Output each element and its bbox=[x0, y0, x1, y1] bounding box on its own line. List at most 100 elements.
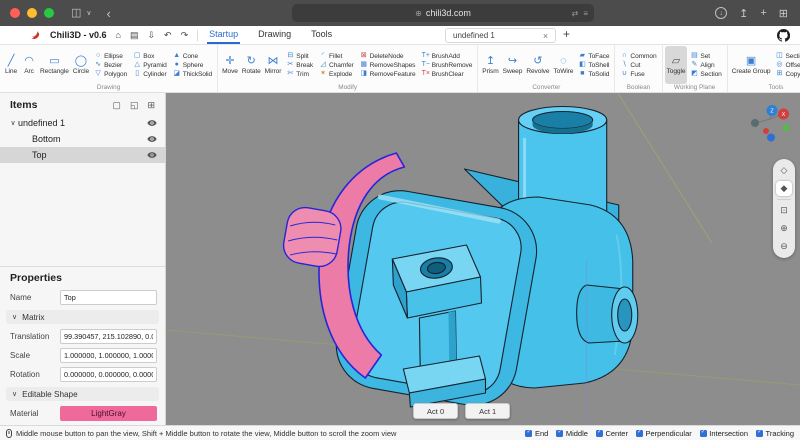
gizmo-neg-z-ball[interactable] bbox=[767, 134, 775, 142]
menu-tab-startup[interactable]: Startup bbox=[207, 26, 240, 44]
shaded-view-icon[interactable]: ◆ bbox=[776, 181, 792, 196]
tree-node-undefined-1[interactable]: ∨undefined 1 bbox=[0, 115, 165, 131]
undo-icon[interactable]: ↶ bbox=[164, 31, 172, 40]
document-icon[interactable]: ▤ bbox=[130, 31, 139, 40]
ribbon-button-cut[interactable]: ∖Cut bbox=[619, 61, 657, 69]
snap-option-middle[interactable]: ✓Middle bbox=[556, 429, 588, 438]
ribbon-button-toface[interactable]: ▰ToFace bbox=[577, 52, 610, 60]
visibility-eye-icon[interactable] bbox=[147, 118, 157, 128]
ribbon-button-box[interactable]: ▢Box bbox=[132, 52, 167, 60]
new-document-icon[interactable]: + bbox=[563, 27, 570, 41]
property-input-translation[interactable] bbox=[60, 329, 157, 344]
3d-model[interactable] bbox=[281, 107, 638, 413]
ribbon-button-circle[interactable]: ◯Circle bbox=[71, 46, 91, 84]
ribbon-button-deletenode[interactable]: ⊠DeleteNode bbox=[359, 52, 417, 60]
tree-node-top[interactable]: Top bbox=[0, 147, 165, 163]
new-tab-icon[interactable]: + bbox=[760, 7, 766, 19]
ribbon-button-brushadd[interactable]: T+BrushAdd bbox=[421, 52, 474, 60]
tree-node-bottom[interactable]: Bottom bbox=[0, 131, 165, 147]
home-icon[interactable]: ⌂ bbox=[116, 31, 121, 40]
matrix-section-header[interactable]: ∨ Matrix bbox=[6, 310, 159, 324]
ribbon-button-chamfer[interactable]: ◿Chamfer bbox=[318, 61, 355, 69]
ribbon-button-create-group[interactable]: ▣Create Group bbox=[730, 46, 773, 84]
snap-option-tracking[interactable]: ✓Tracking bbox=[756, 429, 794, 438]
orientation-gizmo[interactable]: Z X bbox=[744, 103, 792, 143]
ribbon-button-offset[interactable]: ◎Offset bbox=[774, 61, 800, 69]
ribbon-button-rotate[interactable]: ↻Rotate bbox=[240, 46, 263, 84]
wireframe-view-icon[interactable]: ◇ bbox=[776, 163, 792, 178]
maximize-window-icon[interactable] bbox=[44, 8, 54, 18]
ribbon-button-align[interactable]: ✎Align bbox=[689, 61, 722, 69]
ribbon-button-move[interactable]: ✛Move bbox=[220, 46, 240, 84]
viewport[interactable]: Z X ◇ ◆ ⊡ ⊕ ⊖ Act 0 Act 1 bbox=[166, 93, 800, 425]
share-icon[interactable]: ↥ bbox=[739, 7, 748, 20]
sidebar-toggle-icon[interactable]: ◫ bbox=[71, 8, 81, 19]
tab-overview-icon[interactable]: ⊞ bbox=[779, 7, 788, 20]
name-input[interactable] bbox=[60, 290, 157, 305]
menu-tab-drawing[interactable]: Drawing bbox=[256, 26, 293, 44]
ribbon-button-pyramid[interactable]: △Pyramid bbox=[132, 61, 167, 69]
duplicate-icon[interactable]: ◱ bbox=[130, 100, 139, 111]
ribbon-button-line[interactable]: ╱Line bbox=[2, 46, 20, 84]
snap-option-intersection[interactable]: ✓Intersection bbox=[700, 429, 748, 438]
ribbon-button-toggle[interactable]: ▱Toggle bbox=[665, 46, 688, 84]
material-button[interactable]: LightGray bbox=[60, 406, 157, 421]
close-window-icon[interactable] bbox=[10, 8, 20, 18]
ribbon-button-arc[interactable]: ◠Arc bbox=[20, 46, 38, 84]
back-icon[interactable]: ‹ bbox=[107, 7, 111, 20]
snap-option-perpendicular[interactable]: ✓Perpendicular bbox=[636, 429, 692, 438]
ribbon-button-fillet[interactable]: ◜Fillet bbox=[318, 52, 355, 60]
zoom-in-icon[interactable]: ⊕ bbox=[776, 221, 792, 236]
visibility-eye-icon[interactable] bbox=[147, 134, 157, 144]
document-tab[interactable]: undefined 1 × bbox=[445, 28, 556, 43]
redo-icon[interactable]: ↷ bbox=[181, 31, 189, 40]
ribbon-button-rectangle[interactable]: ▭Rectangle bbox=[38, 46, 71, 84]
ribbon-button-brushremove[interactable]: T−BrushRemove bbox=[421, 61, 474, 69]
zoom-fit-icon[interactable]: ⊡ bbox=[776, 203, 792, 218]
ribbon-button-trim[interactable]: ✄Trim bbox=[285, 70, 314, 78]
ribbon-button-removefeature[interactable]: ◨RemoveFeature bbox=[359, 70, 417, 78]
github-icon[interactable] bbox=[777, 29, 790, 42]
translate-icon[interactable]: ⇄ bbox=[572, 9, 579, 18]
act-button-act-0[interactable]: Act 0 bbox=[413, 403, 458, 419]
ribbon-button-section[interactable]: ◫Section bbox=[774, 52, 800, 60]
editable-shape-section-header[interactable]: ∨ Editable Shape bbox=[6, 387, 159, 401]
expand-all-icon[interactable]: ⊞ bbox=[147, 100, 155, 111]
act-button-act-1[interactable]: Act 1 bbox=[465, 403, 510, 419]
ribbon-button-removeshapes[interactable]: ▦RemoveShapes bbox=[359, 61, 417, 69]
ribbon-button-set[interactable]: ▤Set bbox=[689, 52, 722, 60]
ribbon-button-copyshape[interactable]: ⊞CopyShape bbox=[774, 70, 800, 78]
ribbon-button-section[interactable]: ◩Section bbox=[689, 70, 722, 78]
ribbon-button-bezier[interactable]: ∿Bezier bbox=[93, 61, 128, 69]
ribbon-button-explode[interactable]: ✶Explode bbox=[318, 70, 355, 78]
property-input-scale[interactable] bbox=[60, 348, 157, 363]
snap-option-center[interactable]: ✓Center bbox=[596, 429, 628, 438]
ribbon-button-cylinder[interactable]: ▯Cylinder bbox=[132, 70, 167, 78]
reader-icon[interactable]: ≡ bbox=[583, 9, 588, 18]
downloads-icon[interactable]: ↓ bbox=[715, 7, 727, 19]
ribbon-button-mirror[interactable]: ⋈Mirror bbox=[263, 46, 284, 84]
ribbon-button-sweep[interactable]: ↪Sweep bbox=[501, 46, 525, 84]
minimize-window-icon[interactable] bbox=[27, 8, 37, 18]
zoom-out-icon[interactable]: ⊖ bbox=[776, 239, 792, 254]
new-folder-icon[interactable]: ▢ bbox=[112, 100, 121, 111]
url-bar[interactable]: ⊕ chili3d.com ⇄ ≡ bbox=[292, 4, 594, 22]
close-tab-icon[interactable]: × bbox=[543, 31, 548, 41]
ribbon-button-cone[interactable]: ▲Cone bbox=[172, 52, 213, 60]
ribbon-button-thicksolid[interactable]: ◪ThickSolid bbox=[172, 70, 213, 78]
chevron-down-icon[interactable]: ∨ bbox=[86, 10, 91, 17]
ribbon-button-polygon[interactable]: ▽Polygon bbox=[93, 70, 128, 78]
ribbon-button-toshell[interactable]: ◧ToShell bbox=[577, 61, 610, 69]
ribbon-button-revolve[interactable]: ↺Revolve bbox=[524, 46, 551, 84]
save-download-icon[interactable]: ⇩ bbox=[147, 31, 155, 40]
ribbon-button-fuse[interactable]: ∪Fuse bbox=[619, 70, 657, 78]
snap-option-end[interactable]: ✓End bbox=[525, 429, 548, 438]
ribbon-button-common[interactable]: ∩Common bbox=[619, 52, 657, 60]
ribbon-button-tosolid[interactable]: ■ToSolid bbox=[577, 70, 610, 78]
gizmo-axis-ball[interactable] bbox=[751, 119, 759, 127]
visibility-eye-icon[interactable] bbox=[147, 150, 157, 160]
ribbon-button-break[interactable]: ✂Break bbox=[285, 61, 314, 69]
ribbon-button-brushclear[interactable]: T×BrushClear bbox=[421, 70, 474, 78]
ribbon-button-split[interactable]: ⊟Split bbox=[285, 52, 314, 60]
ribbon-button-prism[interactable]: ↥Prism bbox=[480, 46, 500, 84]
